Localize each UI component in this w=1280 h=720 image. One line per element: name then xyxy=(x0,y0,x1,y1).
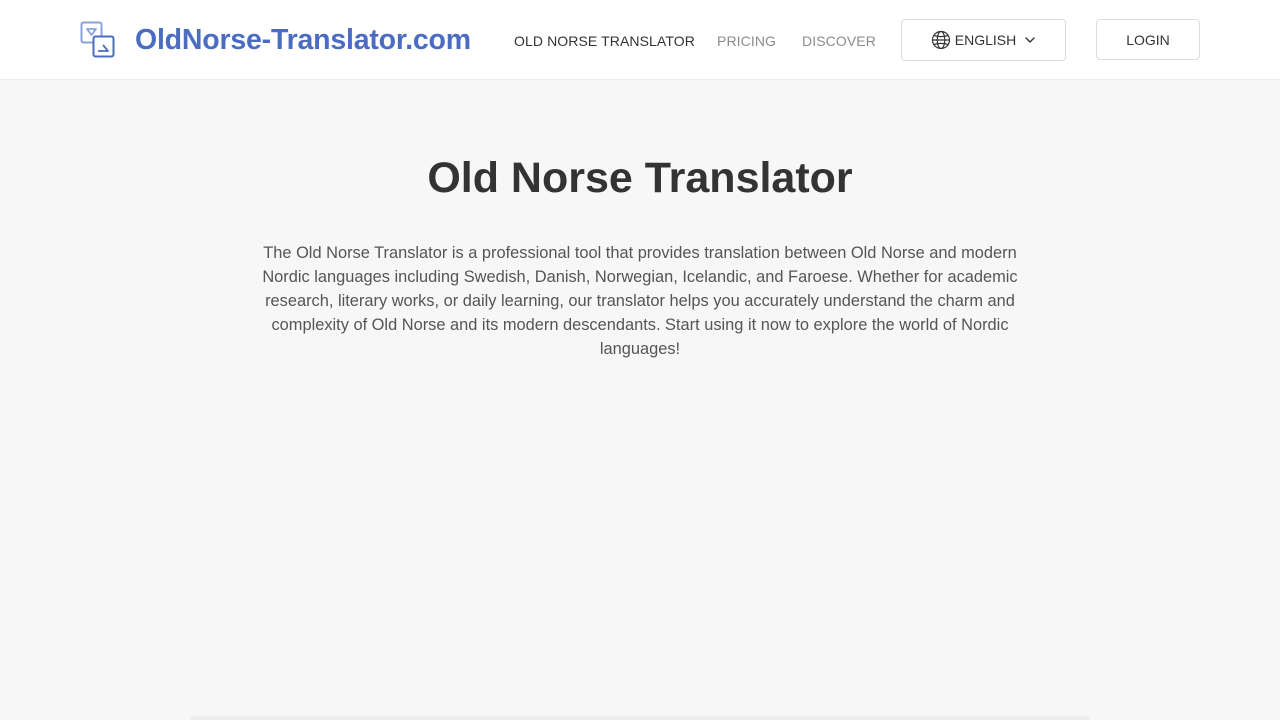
nav-pricing[interactable]: PRICING xyxy=(717,30,776,52)
site-logo-text: OldNorse-Translator.com xyxy=(135,23,471,56)
login-button[interactable]: LOGIN xyxy=(1096,19,1200,60)
language-selector-button[interactable]: ENGLISH xyxy=(901,19,1066,61)
hero-description: The Old Norse Translator is a profession… xyxy=(262,244,1018,358)
globe-icon xyxy=(931,30,950,50)
page-title: Old Norse Translator xyxy=(427,154,853,202)
content-card-edge xyxy=(190,716,1090,720)
nav-old-norse-translator[interactable]: OLD NORSE TRANSLATOR xyxy=(514,30,695,52)
nav-discover[interactable]: DISCOVER xyxy=(802,30,876,52)
language-label: ENGLISH xyxy=(954,32,1017,48)
chevron-down-icon xyxy=(1025,37,1035,43)
translate-icon xyxy=(80,21,115,58)
site-logo-link[interactable]: OldNorse-Translator.com xyxy=(80,20,471,60)
site-header: OldNorse-Translator.com OLD NORSE TRANSL… xyxy=(0,0,1280,80)
